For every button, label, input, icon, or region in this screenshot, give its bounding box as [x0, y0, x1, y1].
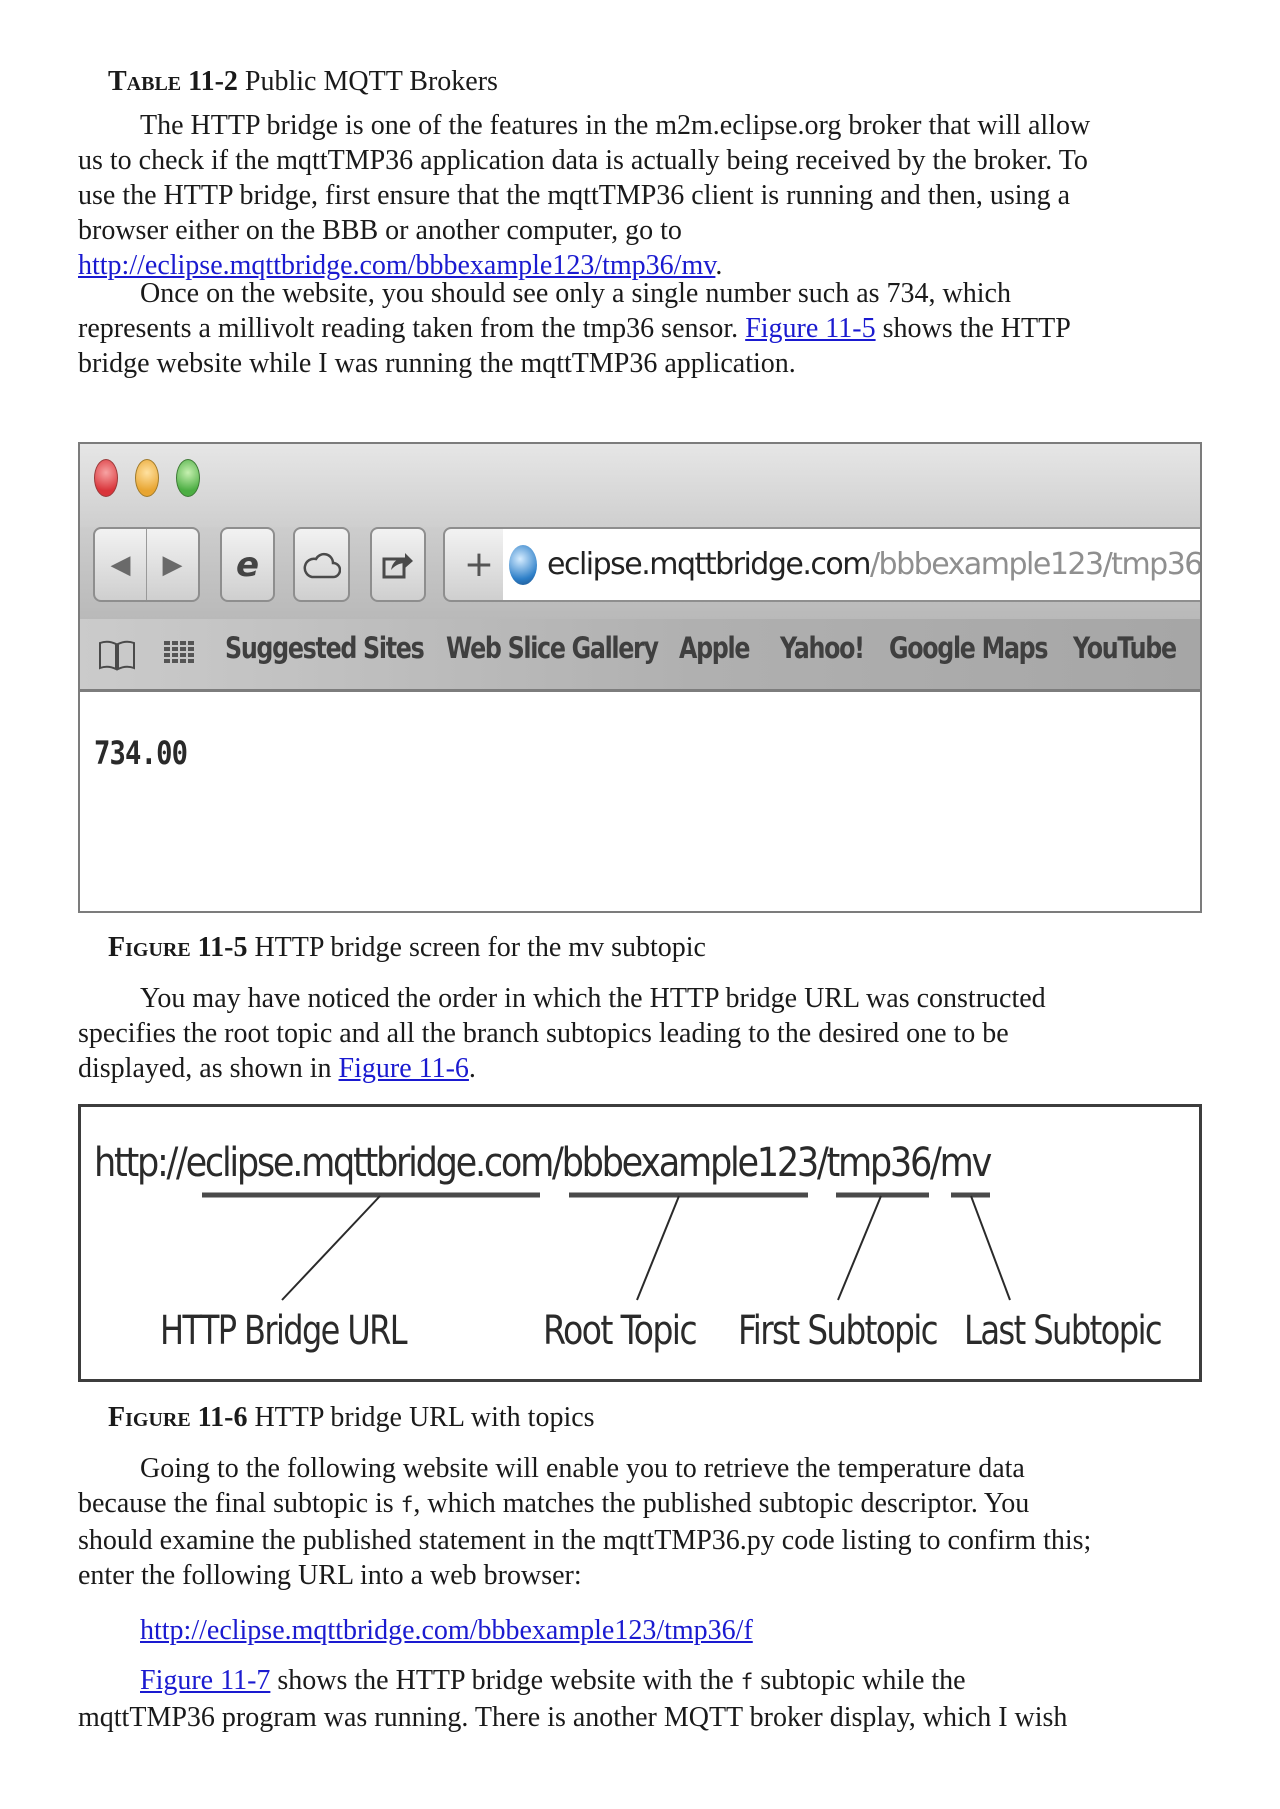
caption-title: HTTP bridge URL with topics	[254, 1402, 595, 1433]
diagram-url-text: http://eclipse.mqttbridge.com/bbbexample…	[94, 1140, 992, 1186]
url-block: http://eclipse.mqttbridge.com/bbbexample…	[78, 1613, 1264, 1648]
text-line: us to check if the mqttTMP36 application…	[78, 145, 1088, 176]
text-span: , which matches the published subtopic d…	[413, 1488, 1030, 1519]
text-line: Going to the following website will enab…	[140, 1453, 1025, 1484]
text-line: enter the following URL into a web brows…	[78, 1560, 582, 1591]
text-span: displayed, as shown in	[78, 1053, 339, 1084]
text-line: specifies the root topic and all the bra…	[78, 1018, 1009, 1049]
reading-list-book-icon[interactable]	[98, 639, 136, 671]
temperature-url-link[interactable]: http://eclipse.mqttbridge.com/bbbexample…	[140, 1615, 753, 1646]
share-button[interactable]	[370, 527, 426, 602]
text-span: shows the HTTP	[875, 313, 1071, 344]
figure-11-5-caption: Figure 11-5 HTTP bridge screen for the m…	[108, 930, 706, 965]
ie-tab-button[interactable]: e	[220, 527, 275, 602]
label-root-topic: Root Topic	[543, 1308, 696, 1354]
table-caption: Table 11-2 Public MQTT Brokers	[108, 64, 498, 99]
text-span: shows the HTTP bridge website with the	[270, 1665, 741, 1696]
caption-label-number: 11-5	[197, 932, 248, 963]
figure-11-5-link[interactable]: Figure 11-5	[745, 313, 875, 344]
leader-first-subtopic	[837, 1195, 882, 1301]
text-span: .	[468, 1053, 476, 1084]
icloud-tabs-button[interactable]	[293, 527, 350, 602]
figure-11-5-browser-window: ◀ ▶ e + eclipse.mqttbridge.com/bbbexampl…	[78, 442, 1202, 913]
paragraph-figure-11-7: Figure 11-7 shows the HTTP bridge websit…	[78, 1663, 1202, 1735]
text-line: You may have noticed the order in which …	[140, 983, 1046, 1014]
paragraph-temperature-url: Going to the following website will enab…	[78, 1451, 1202, 1593]
label-last-subtopic: Last Subtopic	[964, 1308, 1161, 1354]
text-span: represents a millivolt reading taken fro…	[78, 313, 746, 344]
label-http-bridge-url: HTTP Bridge URL	[160, 1308, 408, 1354]
caption-label-word: Table	[108, 66, 182, 97]
forward-arrow-icon[interactable]: ▶	[146, 529, 198, 600]
plus-icon: +	[463, 544, 495, 585]
text-line: bridge website while I was running the m…	[78, 348, 796, 379]
caption-label-number: 11-6	[197, 1402, 248, 1433]
text-line: should examine the published statement i…	[78, 1525, 1092, 1556]
caption-label-number: 11-2	[188, 66, 238, 97]
share-icon	[382, 552, 413, 578]
text-line: use the HTTP bridge, first ensure that t…	[78, 180, 1071, 211]
bookmark-apple[interactable]: Apple	[679, 631, 750, 665]
globe-icon	[509, 544, 537, 585]
bookmark-web-slice-gallery[interactable]: Web Slice Gallery	[446, 631, 659, 665]
caption-title: HTTP bridge screen for the mv subtopic	[254, 932, 706, 963]
text-span: subtopic while the	[753, 1665, 966, 1696]
caption-title: Public MQTT Brokers	[244, 66, 498, 97]
leader-root-topic	[636, 1195, 680, 1301]
text-line: mqttTMP36 program was running. There is …	[78, 1702, 1068, 1733]
inline-code-f: f	[740, 1670, 754, 1694]
text-line: represents a millivolt reading taken fro…	[78, 311, 1202, 346]
bookmark-suggested-sites[interactable]: Suggested Sites	[225, 631, 425, 665]
paragraph-website-reading: Once on the website, you should see only…	[78, 276, 1202, 381]
figure-11-6-caption: Figure 11-6 HTTP bridge URL with topics	[108, 1400, 595, 1435]
figure-11-7-link[interactable]: Figure 11-7	[140, 1665, 270, 1696]
text-line: The HTTP bridge is one of the features i…	[140, 110, 1091, 141]
text-line: Figure 11-7 shows the HTTP bridge websit…	[78, 1663, 1202, 1700]
bookmark-yahoo[interactable]: Yahoo!	[780, 631, 865, 665]
browser-toolbar: ◀ ▶ e + eclipse.mqttbridge.com/bbbexampl…	[80, 527, 1200, 619]
url-host: eclipse.mqttbridge.com	[547, 547, 871, 582]
text-line: displayed, as shown in Figure 11-6.	[78, 1051, 1202, 1086]
bookmark-google-maps[interactable]: Google Maps	[889, 631, 1049, 665]
leader-last-subtopic	[970, 1195, 1011, 1301]
back-forward-buttons: ◀ ▶	[93, 527, 200, 602]
text-line: browser either on the BBB or another com…	[78, 215, 682, 246]
internet-explorer-icon: e	[235, 544, 260, 585]
text-line: because the final subtopic is f, which m…	[78, 1486, 1202, 1523]
figure-11-6-url-diagram: http://eclipse.mqttbridge.com/bbbexample…	[78, 1104, 1202, 1382]
cloud-icon	[303, 552, 341, 578]
zoom-window-icon[interactable]	[176, 459, 200, 497]
figure-11-6-link[interactable]: Figure 11-6	[339, 1053, 469, 1084]
caption-label-word: Figure	[108, 932, 191, 963]
page-content: 734.00	[80, 692, 1200, 911]
leader-http-bridge-url	[281, 1195, 381, 1301]
paragraph-http-bridge-intro: The HTTP bridge is one of the features i…	[78, 108, 1202, 283]
minimize-window-icon[interactable]	[135, 459, 159, 497]
caption-label-word: Figure	[108, 1402, 191, 1433]
inline-code-f: f	[400, 1493, 414, 1517]
url-path: /bbbexample123/tmp36/mv	[869, 547, 1200, 582]
bookmarks-bar: Suggested Sites Web Slice Gallery Apple …	[80, 619, 1200, 692]
url-diagram-svg: http://eclipse.mqttbridge.com/bbbexample…	[94, 1140, 1163, 1354]
text-span: because the final subtopic is	[78, 1488, 401, 1519]
paragraph-url-order: You may have noticed the order in which …	[78, 981, 1202, 1086]
top-sites-grid-icon[interactable]	[164, 641, 196, 669]
label-first-subtopic: First Subtopic	[738, 1308, 937, 1354]
millivolt-readout: 734.00	[94, 734, 188, 772]
close-window-icon[interactable]	[94, 459, 118, 497]
window-titlebar	[80, 444, 1200, 527]
back-arrow-icon[interactable]: ◀	[95, 529, 146, 600]
text-line: Once on the website, you should see only…	[140, 278, 1011, 309]
address-bar[interactable]: eclipse.mqttbridge.com/bbbexample123/tmp…	[503, 527, 1200, 602]
bookmark-youtube[interactable]: YouTube	[1073, 631, 1177, 665]
